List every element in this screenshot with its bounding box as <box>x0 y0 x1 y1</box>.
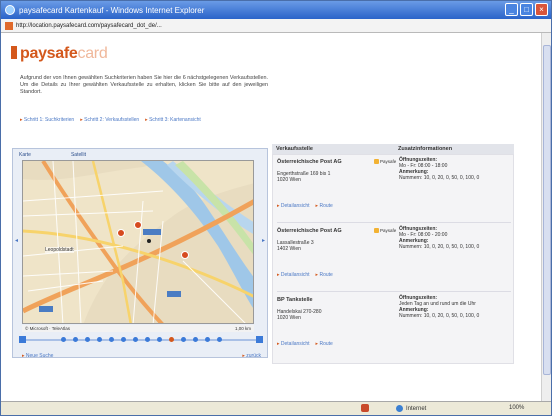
row-divider <box>277 291 511 292</box>
close-button[interactable]: × <box>535 3 548 16</box>
pager-dot[interactable] <box>193 337 198 342</box>
pager-dot[interactable] <box>157 337 162 342</box>
pager-dot[interactable] <box>145 337 150 342</box>
pager-dot[interactable] <box>181 337 186 342</box>
new-search-link[interactable]: Neue Suche <box>22 353 54 359</box>
detail-view-link[interactable]: Detailansicht <box>277 272 310 278</box>
pager-track <box>23 339 259 341</box>
pager-dot[interactable] <box>85 337 90 342</box>
location-marker <box>147 239 151 243</box>
district-label: Leopoldstadt <box>45 247 74 253</box>
route-link[interactable]: Route <box>316 272 332 278</box>
window-title: paysafecard Kartenkauf - Windows Interne… <box>19 5 205 15</box>
results-header: Verkaufsstelle Zusatzinformationen <box>272 144 514 154</box>
route-link[interactable]: Route <box>316 341 332 347</box>
store-address: Lassallestraße 3 1402 Wien <box>277 240 314 252</box>
store-marker-2 <box>134 221 142 229</box>
logo-suffix-text: card <box>77 45 108 62</box>
pager-dot[interactable] <box>133 337 138 342</box>
street-map[interactable]: Leopoldstadt <box>22 160 254 324</box>
store-address: Engerthstraße 169 bis 1 1020 Wien <box>277 171 331 183</box>
logo-mark-icon <box>11 46 17 59</box>
browser-window: paysafecard Kartenkauf - Windows Interne… <box>0 0 552 416</box>
paysafecard-logo: paysafecard <box>11 45 108 63</box>
minimize-button[interactable]: _ <box>505 3 518 16</box>
column-header-store: Verkaufsstelle <box>276 146 313 152</box>
row-divider <box>277 222 511 223</box>
globe-icon <box>396 405 403 412</box>
map-tabs: Karte Satellit <box>19 152 86 158</box>
results-body: Österreichische Post AG Engerthstraße 16… <box>272 154 514 364</box>
store-info: Öffnungszeiten: Mo - Fr: 08:00 - 20:00 A… <box>399 226 480 250</box>
map-shield <box>143 229 161 235</box>
zoom-level[interactable]: 100% <box>509 405 524 411</box>
protected-mode-icon <box>361 404 369 412</box>
store-links: Detailansicht Route <box>277 341 333 347</box>
map-copyright: © Microsoft · TeleAtlas <box>25 326 70 331</box>
map-shield <box>39 306 53 312</box>
pager-dot[interactable] <box>61 337 66 342</box>
vertical-scrollbar[interactable] <box>541 33 551 401</box>
store-address: Handelskai 270-280 1020 Wien <box>277 309 322 321</box>
store-links: Detailansicht Route <box>277 203 333 209</box>
tab-satellite[interactable]: Satellit <box>71 152 86 158</box>
detail-view-link[interactable]: Detailansicht <box>277 341 310 347</box>
pager-dot[interactable] <box>205 337 210 342</box>
route-link[interactable]: Route <box>316 203 332 209</box>
breadcrumb-step-3[interactable]: Schritt 3: Kartenansicht <box>145 117 201 123</box>
map-pan-right-icon[interactable]: ▸ <box>262 237 265 244</box>
pager-dot[interactable] <box>169 337 174 342</box>
breadcrumb: Schritt 1: Suchkriterien Schritt 2: Verk… <box>20 117 201 123</box>
address-url[interactable]: http://location.paysafecard.com/paysafec… <box>16 23 162 29</box>
column-header-info: Zusatzinformationen <box>398 146 453 152</box>
map-pan-left-icon[interactable]: ◂ <box>15 237 18 244</box>
store-marker-1 <box>117 229 125 237</box>
paysafe-badge-icon <box>374 159 379 164</box>
back-link[interactable]: zurück <box>242 353 261 359</box>
detail-view-link[interactable]: Detailansicht <box>277 203 310 209</box>
scrollbar-thumb[interactable] <box>543 45 551 375</box>
pager-dot[interactable] <box>121 337 126 342</box>
store-info: Öffnungszeiten: Mo - Fr: 08:00 - 18:00 A… <box>399 157 480 181</box>
map-shield <box>167 291 181 297</box>
map-scale: 1,00 km <box>234 326 251 331</box>
breadcrumb-step-1[interactable]: Schritt 1: Suchkriterien <box>20 117 74 123</box>
pager-dot[interactable] <box>109 337 114 342</box>
result-row[interactable]: Österreichische Post AG Engerthstraße 16… <box>277 157 513 223</box>
result-row[interactable]: Österreichische Post AG Lassallestraße 3… <box>277 226 513 292</box>
results-table: Verkaufsstelle Zusatzinformationen Öster… <box>272 144 514 372</box>
paysafe-badge-icon <box>374 228 379 233</box>
pager-dot[interactable] <box>217 337 222 342</box>
store-marker-3 <box>181 251 189 259</box>
store-info: Öffnungszeiten: Jeden Tag an und rund um… <box>399 295 480 319</box>
map-panel: Karte Satellit ◂ ▸ Leopoldstadt © Micros… <box>12 148 268 359</box>
store-name[interactable]: Österreichische Post AG <box>277 228 369 234</box>
store-links: Detailansicht Route <box>277 272 333 278</box>
pager-dot[interactable] <box>73 337 78 342</box>
security-zone: Internet <box>396 405 426 412</box>
title-bar: paysafecard Kartenkauf - Windows Interne… <box>1 1 551 19</box>
tab-map[interactable]: Karte <box>19 152 31 158</box>
pager-first-button[interactable] <box>19 336 26 343</box>
pager-dot[interactable] <box>97 337 102 342</box>
status-bar: Internet 100% <box>1 401 551 415</box>
map-footer: © Microsoft · TeleAtlas 1,00 km <box>22 325 254 332</box>
breadcrumb-step-2[interactable]: Schritt 2: Verkaufsstellen <box>80 117 139 123</box>
page-content: paysafecard Aufgrund der von Ihnen gewäh… <box>1 33 541 401</box>
pager-last-button[interactable] <box>256 336 263 343</box>
intro-text: Aufgrund der von Ihnen gewählten Suchkri… <box>20 75 268 95</box>
map-pager <box>19 335 263 345</box>
paysafe-badge: Paysafe <box>374 228 396 233</box>
maximize-button[interactable]: □ <box>520 3 533 16</box>
address-bar[interactable]: http://location.paysafecard.com/paysafec… <box>1 19 551 33</box>
store-name[interactable]: Österreichische Post AG <box>277 159 369 165</box>
paysafe-badge: Paysafe <box>374 159 396 164</box>
internet-explorer-icon <box>5 5 15 15</box>
result-row[interactable]: BP Tankstelle Handelskai 270-280 1020 Wie… <box>277 295 513 361</box>
store-name[interactable]: BP Tankstelle <box>277 297 369 303</box>
page-icon <box>5 21 13 30</box>
logo-main-text: paysafe <box>20 45 78 62</box>
